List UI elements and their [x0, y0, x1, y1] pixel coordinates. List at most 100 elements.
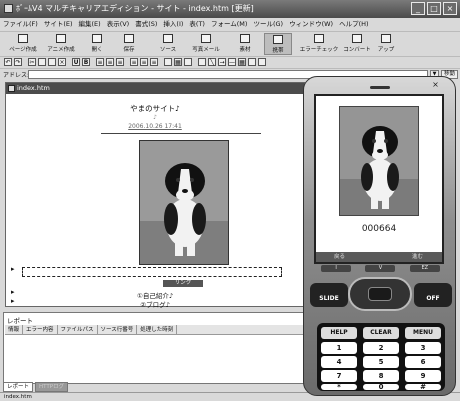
column-info[interactable]: 情報	[5, 325, 24, 334]
link-label[interactable]: リンク	[163, 280, 203, 287]
document-canvas[interactable]: やまのサイト♪ ♪ 2006.10.26 17:41 ▸ リンク ▸ ①自己紹介…	[6, 95, 304, 309]
column-line[interactable]: ソース行番号	[98, 325, 138, 334]
menu-view[interactable]: 表示(V)	[107, 18, 130, 31]
key-9[interactable]: 9	[405, 370, 441, 382]
open-icon	[92, 34, 102, 43]
phone-speaker	[370, 86, 390, 89]
menu-site[interactable]: サイト(E)	[44, 18, 73, 31]
copy-icon[interactable]	[38, 58, 46, 66]
emoji-icon[interactable]	[248, 58, 256, 66]
document-icon	[8, 85, 15, 92]
indent-icon[interactable]: ≡	[116, 58, 124, 66]
key-4[interactable]: 4	[321, 356, 357, 368]
upload-button[interactable]: アップ	[374, 33, 398, 55]
underline-icon[interactable]: U	[72, 58, 80, 66]
dpad-center-key[interactable]	[368, 287, 392, 301]
date-stamp[interactable]: 2006.10.26 17:41	[6, 123, 304, 130]
minimize-button[interactable]: _	[411, 2, 425, 15]
save-button[interactable]: 保存	[116, 33, 142, 55]
menu-format[interactable]: 書式(S)	[135, 18, 157, 31]
tab-report[interactable]: レポート	[3, 382, 34, 392]
list-icon[interactable]: ≡	[96, 58, 104, 66]
maximize-button[interactable]: □	[427, 2, 441, 15]
soft-key-bar: 戻る 進む	[316, 252, 442, 262]
grid-icon[interactable]: ▦	[238, 58, 246, 66]
off-key[interactable]: OFF	[414, 283, 452, 307]
soft-key-back[interactable]: 戻る	[334, 252, 345, 262]
bold-icon[interactable]: B	[82, 58, 90, 66]
numbered-list-icon[interactable]: ≡	[106, 58, 114, 66]
source-button[interactable]: ソース	[154, 33, 182, 55]
key-v[interactable]: V	[365, 265, 396, 272]
document-window: index.htm やまのサイト♪ ♪ 2006.10.26 17:41 ▸ リ…	[5, 82, 305, 309]
music-note[interactable]: ♪	[6, 114, 304, 121]
menu-form[interactable]: フォーム(M)	[211, 18, 248, 31]
key-7[interactable]: 7	[321, 370, 357, 382]
arrow-icon[interactable]: →	[218, 58, 226, 66]
horizontal-rule[interactable]	[101, 133, 261, 134]
align-left-icon[interactable]: ≡	[130, 58, 138, 66]
menu-edit[interactable]: 編集(E)	[79, 18, 101, 31]
menu-help[interactable]: ヘルプ(H)	[339, 18, 368, 31]
key-ez[interactable]: EZ	[409, 265, 440, 272]
key-3[interactable]: 3	[405, 342, 441, 354]
menu-insert[interactable]: 挿入(I)	[163, 18, 183, 31]
report-tabs: レポート HTTPログ	[3, 382, 69, 392]
key-1[interactable]: 1	[321, 342, 357, 354]
align-right-icon[interactable]: ≡	[150, 58, 158, 66]
convert-button[interactable]: コンバート	[340, 33, 374, 55]
dpad[interactable]	[348, 277, 412, 311]
open-button[interactable]: 開く	[84, 33, 110, 55]
line-icon[interactable]: ╲	[208, 58, 216, 66]
keypad: HELP CLEAR MENU 1 2 3 4 5 6 7 8 9 * 0 #	[317, 323, 445, 391]
delete-icon[interactable]: ×	[58, 58, 66, 66]
redo-icon[interactable]: ↷	[14, 58, 22, 66]
key-0[interactable]: 0	[363, 384, 399, 391]
hr-icon[interactable]: —	[228, 58, 236, 66]
format-toolbar: ↶ ↷ ✂ × U B ≡ ≡ ≡ ≡ ≡ ≡ ▦ ╲ → — ▦	[0, 56, 460, 67]
photo-mail-icon	[201, 34, 211, 43]
table-icon[interactable]: ▦	[174, 58, 182, 66]
site-title[interactable]: やまのサイト♪	[6, 103, 304, 114]
photo-mail-button[interactable]: 写真メール	[188, 33, 224, 55]
key-6[interactable]: 6	[405, 356, 441, 368]
align-center-icon[interactable]: ≡	[140, 58, 148, 66]
menu-window[interactable]: ウィンドウ(W)	[289, 18, 333, 31]
key-star[interactable]: *	[321, 384, 357, 391]
column-time[interactable]: 処理した時刻	[137, 325, 178, 334]
cut-icon[interactable]: ✂	[28, 58, 36, 66]
key-i[interactable]: I	[321, 265, 352, 272]
mobile-button[interactable]: 携帯	[264, 33, 292, 55]
tab-http-log[interactable]: HTTPログ	[35, 382, 69, 392]
soft-key-forward[interactable]: 進む	[412, 252, 423, 262]
menu-tools[interactable]: ツール(G)	[253, 18, 283, 31]
key-menu[interactable]: MENU	[405, 327, 441, 339]
error-check-button[interactable]: エラーチェック	[298, 33, 340, 55]
puppy-photo[interactable]	[139, 140, 229, 265]
key-5[interactable]: 5	[363, 356, 399, 368]
close-button[interactable]: ×	[443, 2, 457, 15]
key-clear[interactable]: CLEAR	[363, 327, 399, 339]
material-button[interactable]: 素材	[232, 33, 258, 55]
column-filepath[interactable]: ファイルパス	[58, 325, 98, 334]
animation-button[interactable]: アニメ作成	[44, 33, 78, 55]
close-icon[interactable]: ×	[431, 81, 440, 90]
link-icon[interactable]	[184, 58, 192, 66]
key-8[interactable]: 8	[363, 370, 399, 382]
undo-icon[interactable]: ↶	[4, 58, 12, 66]
blog-link[interactable]: ②ブログ♪	[6, 299, 304, 309]
image-icon[interactable]	[164, 58, 172, 66]
new-page-button[interactable]: ページ作成	[6, 33, 40, 55]
key-2[interactable]: 2	[363, 342, 399, 354]
marquee-icon[interactable]	[258, 58, 266, 66]
slide-key[interactable]: SLIDE	[310, 283, 348, 307]
menu-file[interactable]: ファイル(F)	[3, 18, 38, 31]
menu-table[interactable]: 表(T)	[189, 18, 205, 31]
column-error[interactable]: エラー内容	[23, 325, 58, 334]
mobile-icon	[273, 35, 283, 44]
key-hash[interactable]: #	[405, 384, 441, 391]
key-help[interactable]: HELP	[321, 327, 357, 339]
font-color-icon[interactable]	[198, 58, 206, 66]
paste-icon[interactable]	[48, 58, 56, 66]
layout-guide-box[interactable]	[22, 267, 282, 277]
